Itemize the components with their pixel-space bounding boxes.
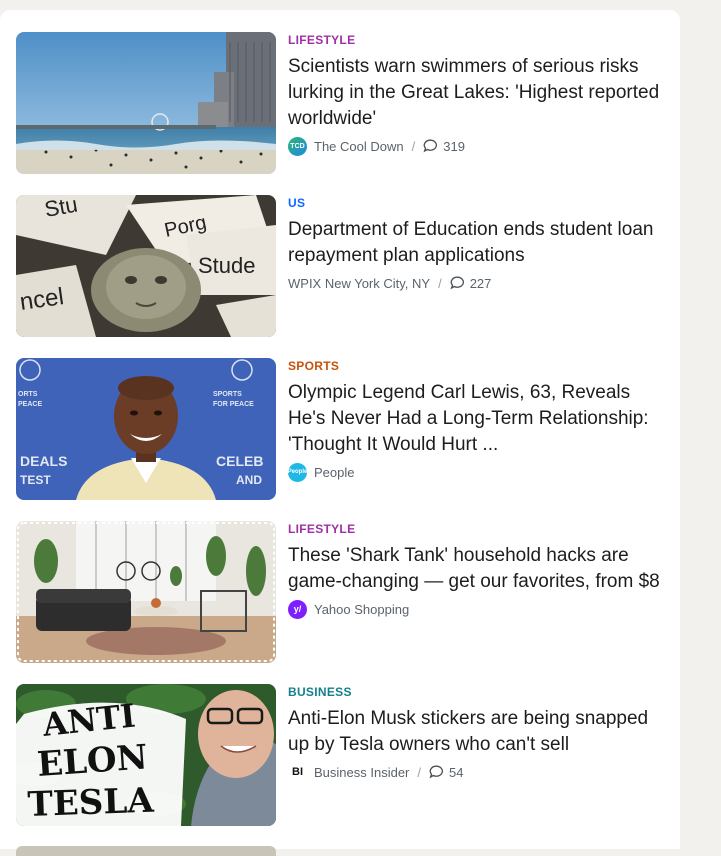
article-item[interactable]: LIFESTYLE Scientists warn swimmers of se… [16,32,666,174]
comments-link[interactable]: 54 [429,765,463,780]
category-label[interactable]: LIFESTYLE [288,32,666,48]
article-meta: People People [288,462,666,482]
article-item[interactable]: ANTI ELON TESLA BUSINESS Anti-Elon Musk … [16,684,666,826]
comment-icon [429,765,443,779]
article-headline[interactable]: Anti-Elon Musk stickers are being snappe… [288,706,666,758]
source-name[interactable]: WPIX New York City, NY [288,276,430,291]
source-logo-text: y/ [293,604,302,614]
source-name[interactable]: People [314,465,354,480]
source-logo-text: BI [292,766,303,778]
category-label[interactable]: US [288,195,666,211]
svg-text:Stude: Stude [198,253,256,278]
beach-image [16,32,276,174]
comments-link[interactable]: 319 [423,139,465,154]
article-thumbnail[interactable]: ANTI ELON TESLA [16,684,276,826]
comment-count: 227 [469,275,492,291]
article-headline[interactable]: Olympic Legend Carl Lewis, 63, Reveals H… [288,380,666,458]
category-label[interactable]: SPORTS [288,358,666,374]
source-name[interactable]: The Cool Down [314,139,404,154]
category-label[interactable]: BUSINESS [288,684,666,700]
article-thumbnail[interactable] [16,521,276,663]
article-meta: WPIX New York City, NY / 227 [288,273,666,293]
article-headline[interactable]: Department of Education ends student loa… [288,217,666,269]
source-logo-icon: People [287,462,308,482]
comments-link[interactable]: 227 [450,275,492,291]
sticker-image: ANTI ELON TESLA [16,684,276,826]
money-image: Stu Porg Stude ncel [16,195,276,337]
comment-count: 54 [449,764,464,780]
sticker-word: ELON [36,737,149,785]
article-headline[interactable]: These 'Shark Tank' household hacks are g… [288,543,666,595]
source-logo-text: People [287,469,308,475]
separator: / [417,764,422,780]
svg-text:PEACE: PEACE [18,401,42,408]
source-name[interactable]: Business Insider [314,765,409,780]
source-name[interactable]: Yahoo Shopping [314,602,409,617]
article-thumbnail[interactable]: ORTS PEACE SPORTS FOR PEACE DEALS CELEB … [16,358,276,500]
separator: / [411,138,416,154]
article-thumbnail[interactable] [16,32,276,174]
svg-text:DEALS: DEALS [20,453,67,469]
portrait-image: ORTS PEACE SPORTS FOR PEACE DEALS CELEB … [16,358,276,500]
comment-icon [450,276,464,290]
article-headline[interactable]: Scientists warn swimmers of serious risk… [288,54,666,132]
comment-icon [423,139,438,153]
source-logo-icon: y/ [288,599,307,619]
svg-text:TEST: TEST [20,473,51,487]
comment-count: 319 [443,138,465,154]
svg-text:CELEB: CELEB [216,453,263,469]
source-logo-icon: TCD [288,136,307,156]
separator: / [438,275,442,291]
svg-text:SPORTS: SPORTS [213,391,242,398]
article-item[interactable]: LIFESTYLE These 'Shark Tank' household h… [16,521,666,663]
source-logo-icon: BI [288,763,307,782]
category-label[interactable]: LIFESTYLE [288,521,666,537]
article-item[interactable]: ORTS PEACE SPORTS FOR PEACE DEALS CELEB … [16,358,666,500]
article-meta: TCD The Cool Down / 319 [288,136,666,156]
article-thumbnail[interactable]: Stu Porg Stude ncel [16,195,276,337]
sticker-word: TESLA [27,781,155,825]
living-room-image [16,521,276,663]
svg-text:ORTS: ORTS [18,391,38,398]
source-logo-text: TCD [290,142,305,150]
article-meta: BI Business Insider / 54 [288,762,666,782]
article-item[interactable]: Stu Porg Stude ncel US Department of Edu… [16,195,666,337]
next-article-thumbnail[interactable] [16,846,276,856]
article-meta: y/ Yahoo Shopping [288,599,666,619]
svg-text:AND: AND [236,473,262,487]
svg-text:FOR PEACE: FOR PEACE [213,401,254,408]
